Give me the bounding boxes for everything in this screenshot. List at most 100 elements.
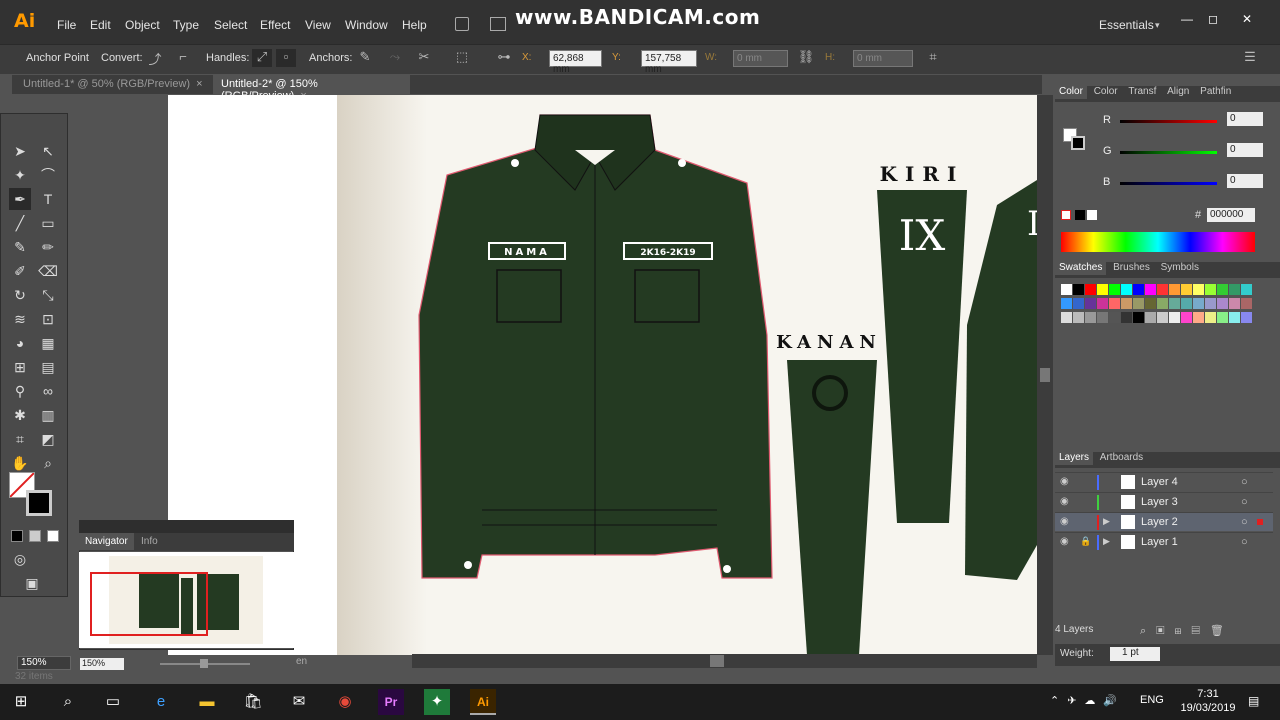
tray-icons[interactable]: ⌃✈☁🔊 (1050, 694, 1125, 707)
w-field[interactable]: 0 mm (733, 50, 788, 67)
tab-info[interactable]: Info (141, 536, 158, 547)
swatch-grid[interactable] (1061, 284, 1252, 366)
g-field[interactable]: 0 (1227, 143, 1263, 157)
swatch[interactable] (1241, 298, 1252, 309)
gradient-tool-icon[interactable]: ▤ (37, 356, 59, 378)
free-transform-tool-icon[interactable]: ⊡ (37, 308, 59, 330)
layer-row-3[interactable]: ◉ Layer 3 ○ (1055, 492, 1273, 511)
hide-handles-icon[interactable]: ▫ (276, 49, 296, 67)
pen-tool-icon[interactable]: ✒ (9, 188, 31, 210)
magic-wand-tool-icon[interactable]: ✦ (9, 164, 31, 186)
swatch[interactable] (1217, 298, 1228, 309)
x-field[interactable]: 62,868 mm (549, 50, 602, 75)
tab-untitled-1[interactable]: Untitled-1* @ 50% (RGB/Preview) × (15, 75, 211, 94)
tab-swatches[interactable]: Swatches (1055, 260, 1107, 275)
navigator-zoom-field[interactable]: 150% (80, 658, 124, 670)
constrain-link-icon[interactable]: ⛓ (796, 49, 816, 67)
scroll-thumb[interactable] (710, 655, 724, 667)
layer-name[interactable]: Layer 2 (1141, 516, 1178, 528)
shape-builder-tool-icon[interactable]: ◕ (9, 332, 31, 354)
swatch[interactable] (1157, 284, 1168, 295)
navigator-preview[interactable] (79, 552, 294, 648)
g-slider[interactable] (1120, 151, 1217, 154)
swatch[interactable] (1181, 284, 1192, 295)
tab-layers[interactable]: Layers (1055, 450, 1094, 465)
zoom-select[interactable]: 150% (17, 656, 71, 670)
swatch[interactable] (1181, 298, 1192, 309)
bridge-icon[interactable] (455, 17, 469, 31)
stroke-swatch[interactable] (26, 490, 52, 516)
swatch[interactable] (1169, 298, 1180, 309)
swatch[interactable] (1097, 284, 1108, 295)
draw-mode-icon[interactable]: ◎ (9, 548, 31, 570)
swatch[interactable] (1181, 312, 1192, 323)
chevron-down-icon[interactable]: ▾ (1155, 20, 1160, 31)
swatch[interactable] (1097, 312, 1108, 323)
swatch[interactable] (1157, 298, 1168, 309)
direct-selection-tool-icon[interactable]: ↖ (37, 140, 59, 162)
menu-window[interactable]: Window (345, 18, 388, 32)
shaper-tool-icon[interactable]: ✐ (9, 260, 31, 282)
menu-object[interactable]: Object (125, 18, 160, 32)
r-field[interactable]: 0 (1227, 112, 1263, 126)
mail-icon[interactable]: ✉ (286, 689, 312, 715)
lasso-tool-icon[interactable]: ⌒ (37, 164, 59, 186)
view-rectangle[interactable] (90, 572, 208, 636)
target-circle-icon[interactable]: ○ (1241, 476, 1248, 488)
language-indicator[interactable]: ENG (1140, 694, 1164, 706)
menu-help[interactable]: Help (402, 18, 427, 32)
perspective-grid-tool-icon[interactable]: ▦ (37, 332, 59, 354)
scroll-thumb[interactable] (1040, 368, 1050, 382)
color-mode-icon[interactable] (11, 530, 23, 542)
scale-tool-icon[interactable]: ⤡ (37, 284, 59, 306)
gradient-mode-icon[interactable] (29, 530, 41, 542)
none-swatch[interactable] (1061, 210, 1071, 220)
menu-file[interactable]: File (57, 18, 76, 32)
isolate-icon[interactable]: ⬚ (452, 49, 472, 67)
swatch[interactable] (1109, 284, 1120, 295)
transform-icon[interactable]: ⌗ (923, 49, 943, 67)
close-button[interactable]: ✕ (1238, 12, 1256, 26)
swatch[interactable] (1145, 284, 1156, 295)
cut-path-icon[interactable]: ✂ (414, 49, 434, 67)
swatch[interactable] (1193, 284, 1204, 295)
swatch[interactable] (1205, 312, 1216, 323)
layer-row-2[interactable]: ◉ ▶ Layer 2 ○ (1055, 512, 1273, 531)
control-menu-icon[interactable]: ☰ (1240, 49, 1260, 67)
swatch[interactable] (1121, 298, 1132, 309)
swatch[interactable] (1085, 312, 1096, 323)
remove-anchor-icon[interactable]: ✎ (355, 49, 375, 67)
paintbrush-tool-icon[interactable]: ✎ (9, 236, 31, 258)
horizontal-scrollbar[interactable] (412, 654, 1037, 668)
swatch[interactable] (1205, 298, 1216, 309)
menu-type[interactable]: Type (173, 18, 199, 32)
minimize-button[interactable]: — (1178, 12, 1196, 26)
swatch[interactable] (1193, 312, 1204, 323)
swatch[interactable] (1169, 312, 1180, 323)
lock-icon[interactable]: 🔒 (1080, 536, 1091, 547)
illustrator-taskbar-icon[interactable]: Ai (470, 689, 496, 715)
tab-close-icon[interactable]: × (196, 78, 202, 90)
slice-tool-icon[interactable]: ◩ (37, 428, 59, 450)
windows-start-icon[interactable]: ⊞ (8, 689, 34, 715)
h-field[interactable]: 0 mm (853, 50, 913, 67)
tab-color-guide[interactable]: Color (1090, 84, 1122, 99)
target-circle-icon[interactable]: ○ (1241, 516, 1248, 528)
symbol-sprayer-tool-icon[interactable]: ✱ (9, 404, 31, 426)
swatch[interactable] (1121, 312, 1132, 323)
connect-anchor-icon[interactable]: ⤳ (385, 49, 405, 67)
swatch[interactable] (1085, 284, 1096, 295)
task-view-icon[interactable]: ▭ (100, 689, 126, 715)
tab-brushes[interactable]: Brushes (1109, 260, 1154, 275)
blend-tool-icon[interactable]: ∞ (37, 380, 59, 402)
rectangle-tool-icon[interactable]: ▭ (37, 212, 59, 234)
menu-edit[interactable]: Edit (90, 18, 111, 32)
line-tool-icon[interactable]: ╱ (9, 212, 31, 234)
selection-tool-icon[interactable]: ➤ (9, 140, 31, 162)
expand-arrow-icon[interactable]: ▶ (1103, 536, 1110, 547)
layers-actions-icons[interactable]: ⌕▣⊞▤🗑 (1140, 624, 1234, 638)
r-slider[interactable] (1120, 120, 1217, 123)
swatch[interactable] (1205, 284, 1216, 295)
y-field[interactable]: 157,758 mm (641, 50, 697, 75)
rotate-tool-icon[interactable]: ↻ (9, 284, 31, 306)
